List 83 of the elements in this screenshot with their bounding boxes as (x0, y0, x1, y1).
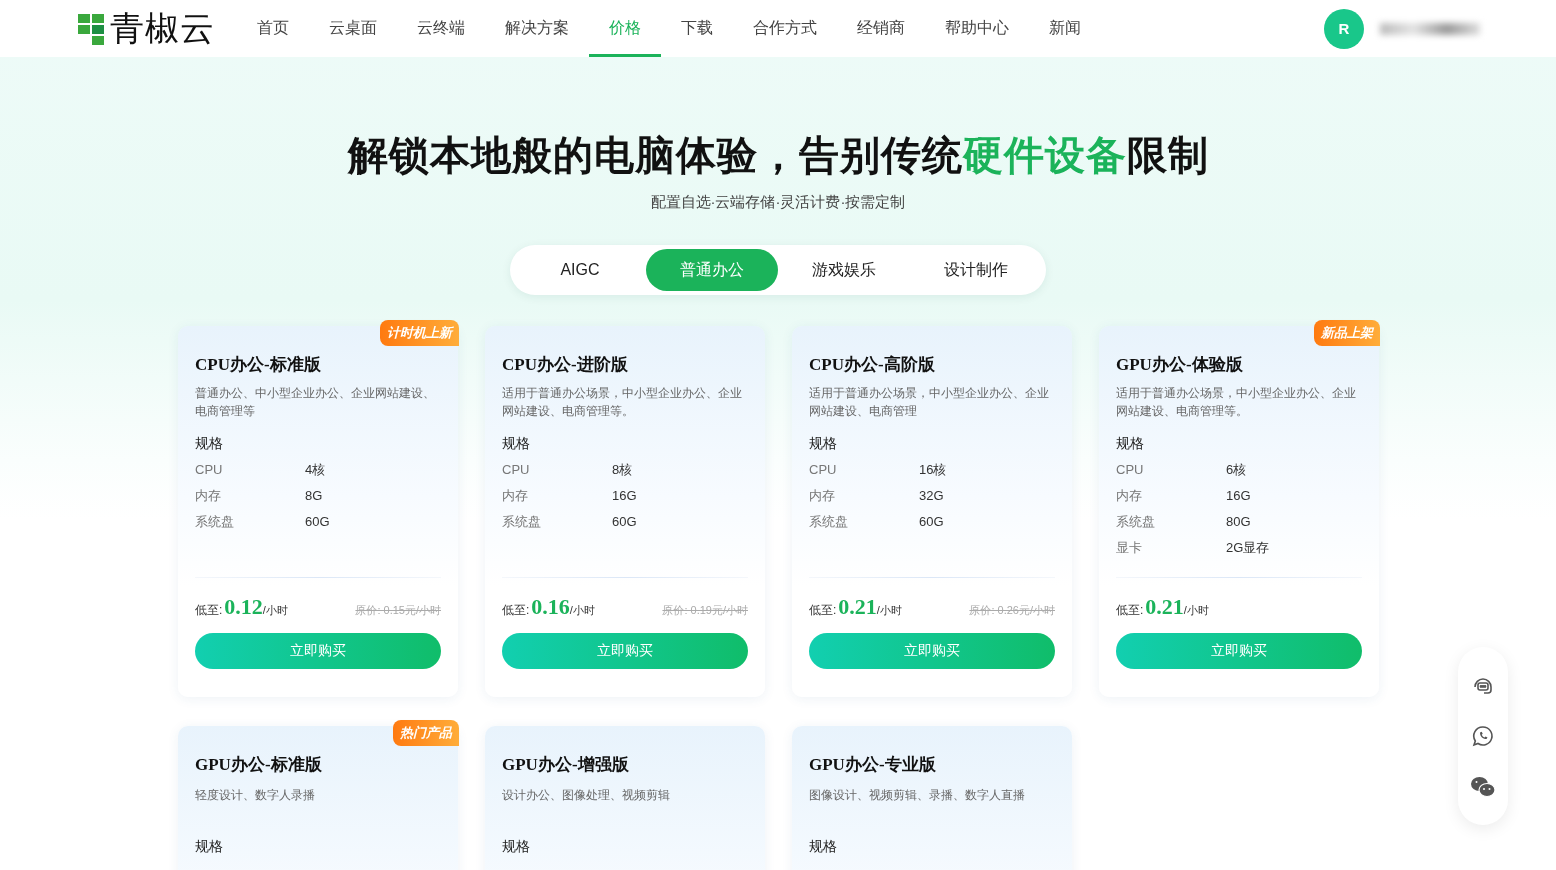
plan-title: GPU办公-体验版 (1116, 354, 1244, 376)
spec-value: 16核 (919, 461, 947, 479)
spec-value: 60G (305, 513, 330, 531)
nav-link[interactable]: 新闻 (1029, 0, 1101, 57)
price-unit: /小时 (569, 604, 595, 618)
category-tab[interactable]: 游戏娱乐 (778, 249, 910, 291)
spec-label: 内存 (1116, 487, 1143, 505)
spec-value: 16G (612, 487, 637, 505)
spec-label: 系统盘 (195, 513, 235, 531)
spec-value: 6核 (1226, 461, 1247, 479)
category-tab[interactable]: AIGC (514, 249, 646, 291)
original-price: 原价: 0.19元/小时 (662, 603, 748, 618)
plan-title: CPU办公-标准版 (195, 354, 322, 376)
nav-link[interactable]: 云终端 (397, 0, 485, 57)
price-value: 0.12 (224, 594, 263, 620)
nav-link[interactable]: 经销商 (837, 0, 925, 57)
spec-value: 80G (1226, 513, 1251, 531)
nav-link[interactable]: 帮助中心 (925, 0, 1029, 57)
plan-title: CPU办公-进阶版 (502, 354, 629, 376)
price-unit: /小时 (876, 604, 902, 618)
price-value: 0.21 (838, 594, 877, 620)
spec-label: 内存 (809, 487, 836, 505)
plan-description: 适用于普通办公场景，中小型企业办公、企业网站建设、电商管理等。 (502, 385, 743, 420)
plan-description: 普通办公、中小型企业办公、企业网站建设、电商管理等 (195, 385, 436, 420)
spec-heading: 规格 (195, 435, 224, 453)
plan-description: 适用于普通办公场景，中小型企业办公、企业网站建设、电商管理等。 (1116, 385, 1357, 420)
spec-heading: 规格 (195, 838, 224, 856)
category-tab[interactable]: 设计制作 (910, 249, 1042, 291)
spec-value: 32G (919, 487, 944, 505)
price-label: 低至: (502, 602, 530, 619)
spec-label: CPU (195, 461, 224, 479)
spec-value: 8核 (612, 461, 633, 479)
hero-title: 解锁本地般的电脑体验，告别传统硬件设备限制 (346, 132, 1210, 179)
spec-value: 60G (612, 513, 637, 531)
spec-value: 60G (919, 513, 944, 531)
plan-description: 图像设计、视频剪辑、录播、数字人直播 (809, 787, 1026, 804)
plan-title: GPU办公-专业版 (809, 754, 937, 776)
logo-text: 青椒云 (110, 7, 215, 49)
plan-title: GPU办公-标准版 (195, 754, 323, 776)
original-price: 原价: 0.26元/小时 (969, 603, 1055, 618)
promo-badge: 计时机上新 (380, 320, 459, 346)
price-unit: /小时 (262, 604, 288, 618)
spec-heading: 规格 (809, 435, 838, 453)
spec-label: CPU (809, 461, 838, 479)
plan-description: 适用于普通办公场景，中小型企业办公、企业网站建设、电商管理 (809, 385, 1050, 420)
spec-label: 内存 (195, 487, 222, 505)
spec-value: 16G (1226, 487, 1251, 505)
spec-label: 系统盘 (1116, 513, 1156, 531)
promo-badge: 新品上架 (1314, 320, 1380, 346)
price-label: 低至: (809, 602, 837, 619)
spec-label: CPU (502, 461, 531, 479)
price-unit: /小时 (1183, 604, 1209, 618)
chat-bubbles-icon[interactable] (1470, 774, 1496, 799)
spec-value: 8G (305, 487, 323, 505)
nav-link[interactable]: 合作方式 (733, 0, 837, 57)
plan-description: 轻度设计、数字人录播 (195, 787, 316, 804)
price-label: 低至: (1116, 602, 1144, 619)
nav-link[interactable]: 解决方案 (485, 0, 589, 57)
plan-title: CPU办公-高阶版 (809, 354, 936, 376)
nav-link[interactable]: 下载 (661, 0, 733, 57)
spec-heading: 规格 (809, 838, 838, 856)
spec-label: 系统盘 (809, 513, 849, 531)
spec-label: 系统盘 (502, 513, 542, 531)
spec-value: 4核 (305, 461, 326, 479)
spec-label: 内存 (502, 487, 529, 505)
original-price: 原价: 0.15元/小时 (355, 603, 441, 618)
price-value: 0.16 (531, 594, 570, 620)
logo-icon (78, 11, 106, 46)
plan-title: GPU办公-增强版 (502, 754, 630, 776)
spec-heading: 规格 (1116, 435, 1145, 453)
spec-heading: 规格 (502, 838, 531, 856)
hero-subtitle: 配置自选·云端存储·灵活计费·按需定制 (649, 193, 907, 212)
spec-label: 显卡 (1116, 539, 1143, 557)
plan-description: 设计办公、图像处理、视频剪辑 (502, 787, 671, 804)
nav-link[interactable]: 云桌面 (309, 0, 397, 57)
promo-badge: 热门产品 (393, 720, 459, 746)
price-label: 低至: (195, 602, 223, 619)
spec-label: CPU (1116, 461, 1145, 479)
price-value: 0.21 (1145, 594, 1184, 620)
phone-icon[interactable] (1471, 724, 1495, 748)
spec-heading: 规格 (502, 435, 531, 453)
nav-link[interactable]: 首页 (237, 0, 309, 57)
spec-value: 2G显存 (1226, 539, 1270, 557)
